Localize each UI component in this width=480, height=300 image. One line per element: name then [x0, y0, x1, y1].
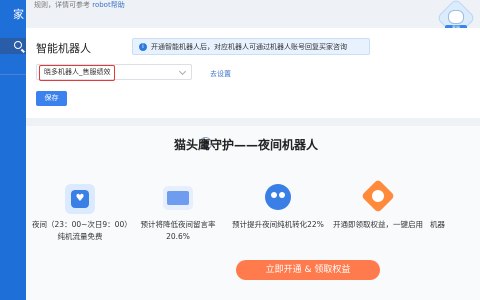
robot-icon: [261, 182, 295, 216]
feature-benefits: 开通即领取权益，一键启用: [330, 179, 426, 231]
brand-text: 家: [13, 8, 24, 21]
sidebar-search-item[interactable]: [0, 38, 26, 54]
robot-settings-card: 智能机器人 i 开通智能机器人后，对应机器人可通过机器人账号回复买家咨询 晓多机…: [26, 28, 480, 118]
medal-icon: [361, 179, 395, 216]
top-note-link[interactable]: robot帮助: [92, 1, 124, 9]
feature-text: 开通即领取权益，一键启用: [333, 220, 423, 229]
robot-select-value[interactable]: 晓多机器人_售服绩效: [39, 65, 115, 81]
activate-button[interactable]: 立即开通 & 领取权益: [236, 260, 380, 280]
go-settings-link[interactable]: 去设置: [210, 69, 231, 79]
save-button[interactable]: 保存: [36, 91, 67, 106]
feature-text: 预计将降低夜间留言率20.6%: [140, 220, 216, 241]
page-title: 智能机器人: [36, 42, 91, 55]
feature-conversion: 预计提升夜间纯机转化22%: [230, 182, 326, 231]
search-icon[interactable]: [14, 41, 22, 49]
sidebar-divider: [0, 74, 26, 75]
night-robot-promo-card: 猫头鹰守护——夜间机器人 ♥ 夜间（23：00~次日9：00）纯机流量免费 预计…: [26, 126, 480, 300]
chevron-down-icon[interactable]: [178, 67, 187, 76]
top-note-text: 规则，详情可参考: [34, 1, 90, 9]
robot-select[interactable]: 晓多机器人_售服绩效: [36, 64, 192, 81]
message-icon: [161, 182, 195, 216]
info-banner: i 开通智能机器人后，对应机器人可通过机器人账号回复买家咨询: [132, 38, 370, 55]
robot-icon: [430, 182, 464, 216]
feature-partial: 机器: [430, 182, 470, 231]
heart-rate-icon: ♥: [63, 182, 97, 216]
info-text: 开通智能机器人后，对应机器人可通过机器人账号回复买家咨询: [151, 43, 347, 51]
feature-text: 预计提升夜间纯机转化22%: [232, 220, 324, 229]
feature-text: 夜间（23：00~次日9：00）纯机流量免费: [32, 220, 128, 241]
top-note: 规则，详情可参考 robot帮助: [34, 0, 125, 9]
info-icon: i: [139, 43, 147, 51]
sidebar: 家: [0, 0, 26, 300]
promo-title: 猫头鹰守护——夜间机器人: [173, 138, 318, 152]
assistant-face-icon: [448, 10, 464, 24]
feature-night-free: ♥ 夜间（23：00~次日9：00）纯机流量免费: [32, 182, 128, 243]
feature-message-rate: 预计将降低夜间留言率20.6%: [130, 182, 226, 243]
feature-text: 机器: [430, 220, 445, 229]
